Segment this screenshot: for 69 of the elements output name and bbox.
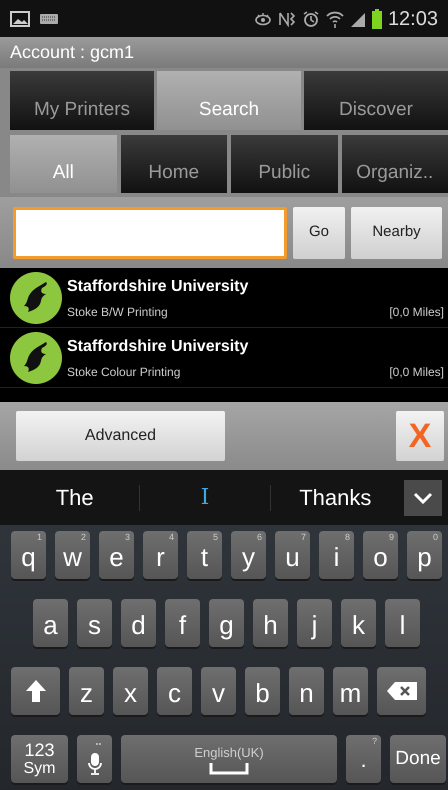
- done-key[interactable]: Done: [390, 735, 446, 783]
- search-field[interactable]: [13, 206, 287, 258]
- result-subtitle: Stoke B/W Printing: [67, 304, 168, 320]
- tab[interactable]: Public: [231, 135, 338, 193]
- key[interactable]: k: [341, 599, 376, 647]
- key[interactable]: v: [201, 667, 236, 715]
- key[interactable]: l: [385, 599, 420, 647]
- key-hint: 7: [300, 533, 306, 542]
- result-title: Staffordshire University: [67, 276, 250, 296]
- key-hint: 0: [432, 533, 438, 542]
- backspace-key[interactable]: [377, 667, 426, 715]
- key[interactable]: f: [165, 599, 200, 647]
- key[interactable]: b: [245, 667, 280, 715]
- key-hint: 6: [256, 533, 262, 542]
- key-hint: 1: [36, 533, 42, 542]
- alarm-icon: [302, 10, 320, 28]
- key[interactable]: x: [113, 667, 148, 715]
- signal-icon: [350, 10, 366, 26]
- key[interactable]: d: [121, 599, 156, 647]
- logo-icon: [10, 272, 62, 324]
- key-hint: ?: [372, 737, 377, 746]
- tab[interactable]: Discover: [304, 71, 448, 130]
- image-icon: [10, 10, 30, 26]
- logo-icon: [10, 332, 62, 384]
- space-key[interactable]: English(UK): [121, 735, 337, 783]
- result-title: Staffordshire University: [67, 336, 250, 356]
- key[interactable]: g: [209, 599, 244, 647]
- wifi-icon: [326, 10, 344, 28]
- account-label: Account : gcm1: [10, 41, 134, 64]
- nfc-icon: [278, 10, 296, 26]
- key[interactable]: h: [253, 599, 288, 647]
- result-distance: [0,0 Miles]: [389, 364, 444, 380]
- space-icon: [209, 762, 249, 775]
- eye-icon: [254, 12, 272, 26]
- key-hint: 9: [388, 533, 394, 542]
- suggestion[interactable]: Thanks: [270, 481, 400, 514]
- arrow-up-icon: [24, 679, 46, 703]
- tab[interactable]: Organiz..: [342, 135, 448, 193]
- suggestion[interactable]: I: [140, 481, 270, 514]
- key[interactable]: n: [289, 667, 324, 715]
- go-button[interactable]: Go: [293, 206, 345, 258]
- key-hint: 4: [168, 533, 174, 542]
- clock: 12:03: [388, 6, 438, 32]
- nearby-button[interactable]: Nearby: [351, 206, 442, 258]
- key[interactable]: j: [297, 599, 332, 647]
- microphone-key[interactable]: [77, 735, 112, 783]
- chevron-down-icon: [412, 492, 433, 504]
- key-hint: 3: [124, 533, 130, 542]
- key[interactable]: c: [157, 667, 192, 715]
- key-hint: 2: [80, 533, 86, 542]
- key[interactable]: s: [77, 599, 112, 647]
- suggestion[interactable]: The: [10, 481, 140, 514]
- microphone-icon: [86, 741, 102, 777]
- tab[interactable]: My Printers: [10, 71, 154, 130]
- advanced-button[interactable]: Advanced: [16, 411, 225, 461]
- key-hint: 8: [344, 533, 350, 542]
- key[interactable]: z: [69, 667, 104, 715]
- backspace-icon: [386, 682, 416, 700]
- symbols-key[interactable]: 123 Sym: [11, 735, 68, 783]
- tab[interactable]: Home: [120, 135, 227, 193]
- battery-icon: [372, 8, 382, 28]
- result-subtitle: Stoke Colour Printing: [67, 364, 180, 380]
- key-hint: 5: [212, 533, 218, 542]
- expand-button[interactable]: [404, 480, 442, 516]
- shift-key[interactable]: [11, 667, 60, 715]
- result-distance: [0,0 Miles]: [389, 304, 444, 320]
- keyboard-icon: [40, 14, 58, 24]
- key[interactable]: m: [333, 667, 368, 715]
- key[interactable]: a: [33, 599, 68, 647]
